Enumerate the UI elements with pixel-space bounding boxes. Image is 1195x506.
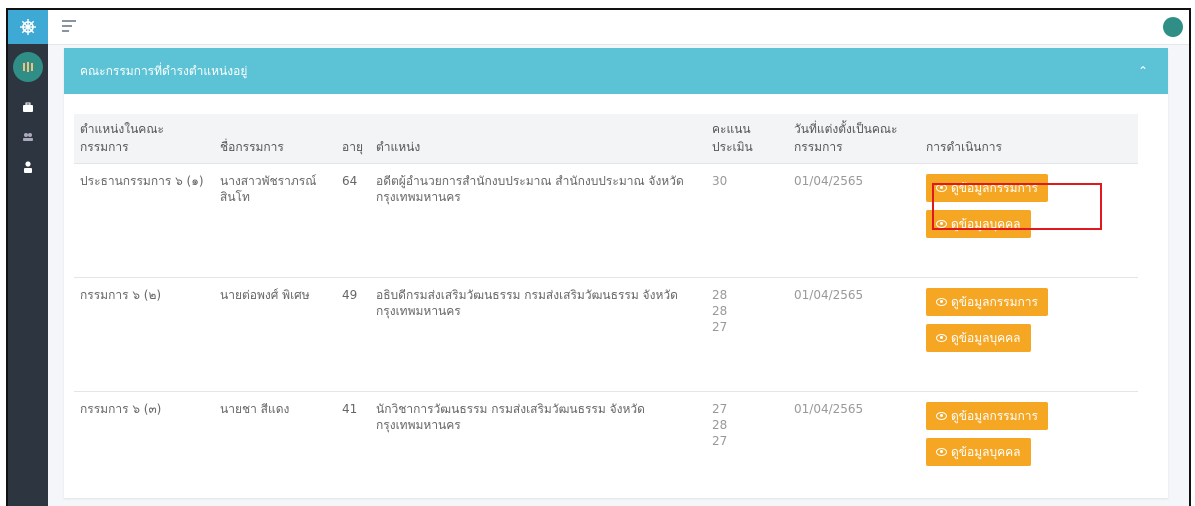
avatar[interactable] bbox=[13, 52, 43, 82]
cell-actions: ดูข้อมูลกรรมการ ดูข้อมูลบุคคล bbox=[920, 277, 1138, 392]
cell-appointed: 01/04/2565 bbox=[788, 391, 920, 506]
eye-icon bbox=[936, 412, 947, 420]
score-value: 28 bbox=[712, 418, 728, 432]
button-label: ดูข้อมูลบุคคล bbox=[951, 331, 1021, 345]
menu-toggle-icon[interactable] bbox=[62, 20, 76, 35]
header-score: คะแนนประเมิน bbox=[712, 122, 753, 154]
cell-age: 41 bbox=[336, 391, 370, 506]
sidebar-item-home[interactable] bbox=[8, 96, 48, 118]
cell-position: กรรมการ ๖ (๒) bbox=[74, 277, 214, 392]
header-age: อายุ bbox=[342, 140, 363, 154]
eye-icon bbox=[936, 298, 947, 306]
committee-card: คณะกรรมการที่ดำรงตำแหน่งอยู่ ⌃ ตำแหน่งใน… bbox=[64, 48, 1168, 506]
cell-appointed: 01/04/2565 bbox=[788, 277, 920, 392]
cell-title: อธิบดีกรมส่งเสริมวัฒนธรรม กรมส่งเสริมวัฒ… bbox=[370, 277, 706, 392]
view-person-button[interactable]: ดูข้อมูลบุคคล bbox=[926, 324, 1031, 352]
view-committee-button[interactable]: ดูข้อมูลกรรมการ bbox=[926, 402, 1048, 430]
table-row: กรรมการ ๖ (๓) นายชา สีแดง 41 นักวิชาการว… bbox=[74, 391, 1138, 506]
cell-age: 49 bbox=[336, 277, 370, 392]
cell-score: 27 28 27 bbox=[706, 391, 788, 506]
view-person-button[interactable]: ดูข้อมูลบุคคล bbox=[926, 438, 1031, 466]
cell-name: นายชา สีแดง bbox=[214, 391, 336, 506]
chevron-up-icon[interactable]: ⌃ bbox=[1138, 64, 1148, 78]
cell-appointed: 01/04/2565 bbox=[788, 163, 920, 278]
view-committee-button[interactable]: ดูข้อมูลกรรมการ bbox=[926, 288, 1048, 316]
cell-position: กรรมการ ๖ (๓) bbox=[74, 391, 214, 506]
card-header[interactable]: คณะกรรมการที่ดำรงตำแหน่งอยู่ ⌃ bbox=[64, 48, 1168, 94]
score-value: 27 bbox=[712, 402, 728, 416]
sidebar-item-groups[interactable] bbox=[8, 126, 48, 148]
header-title: ตำแหน่ง bbox=[376, 140, 421, 154]
highlight-box bbox=[932, 183, 1102, 230]
button-label: ดูข้อมูลบุคคล bbox=[951, 445, 1021, 459]
top-bar bbox=[48, 10, 1189, 45]
cell-position: ประธานกรรมการ ๖ (๑) bbox=[74, 163, 214, 278]
briefcase-icon bbox=[23, 102, 33, 112]
user-avatar-icon bbox=[23, 62, 33, 72]
header-appointed: วันที่แต่งตั้งเป็นคณะกรรมการ bbox=[794, 122, 898, 154]
users-icon bbox=[23, 133, 33, 141]
user-menu-avatar[interactable] bbox=[1163, 17, 1183, 37]
cell-score: 28 28 27 bbox=[706, 277, 788, 392]
cell-name: นางสาวพัชราภรณ์ สินโท bbox=[214, 163, 336, 278]
header-position: ตำแหน่งในคณะกรรมการ bbox=[80, 122, 164, 154]
user-icon bbox=[24, 161, 32, 173]
ship-wheel-icon bbox=[20, 19, 36, 35]
cell-age: 64 bbox=[336, 163, 370, 278]
committee-table: ตำแหน่งในคณะกรรมการ ชื่อกรรมการ อายุ ตำแ… bbox=[74, 114, 1138, 506]
cell-score: 30 bbox=[706, 163, 788, 278]
score-value: 28 bbox=[712, 288, 728, 302]
cell-actions: ดูข้อมูลกรรมการ ดูข้อมูลบุคคล bbox=[920, 391, 1138, 506]
cell-title: อดีตผู้อำนวยการสำนักงบประมาณ สำนักงบประม… bbox=[370, 163, 706, 278]
score-value: 27 bbox=[712, 434, 728, 448]
logo[interactable] bbox=[8, 10, 48, 44]
card-title: คณะกรรมการที่ดำรงตำแหน่งอยู่ bbox=[80, 63, 248, 78]
score-value: 30 bbox=[712, 174, 728, 188]
sidebar-item-profile[interactable] bbox=[8, 156, 48, 178]
button-label: ดูข้อมูลกรรมการ bbox=[951, 295, 1038, 309]
score-value: 28 bbox=[712, 304, 728, 318]
cell-name: นายต่อพงศ์ พิเศษ bbox=[214, 277, 336, 392]
header-name: ชื่อกรรมการ bbox=[220, 140, 284, 154]
table-header-row: ตำแหน่งในคณะกรรมการ ชื่อกรรมการ อายุ ตำแ… bbox=[74, 114, 1138, 164]
header-action: การดำเนินการ bbox=[926, 140, 1002, 154]
button-label: ดูข้อมูลกรรมการ bbox=[951, 409, 1038, 423]
sidebar bbox=[8, 10, 48, 506]
score-value: 27 bbox=[712, 320, 728, 334]
table-row: กรรมการ ๖ (๒) นายต่อพงศ์ พิเศษ 49 อธิบดี… bbox=[74, 277, 1138, 392]
eye-icon bbox=[936, 334, 947, 342]
eye-icon bbox=[936, 448, 947, 456]
cell-title: นักวิชาการวัฒนธรรม กรมส่งเสริมวัฒนธรรม จ… bbox=[370, 391, 706, 506]
